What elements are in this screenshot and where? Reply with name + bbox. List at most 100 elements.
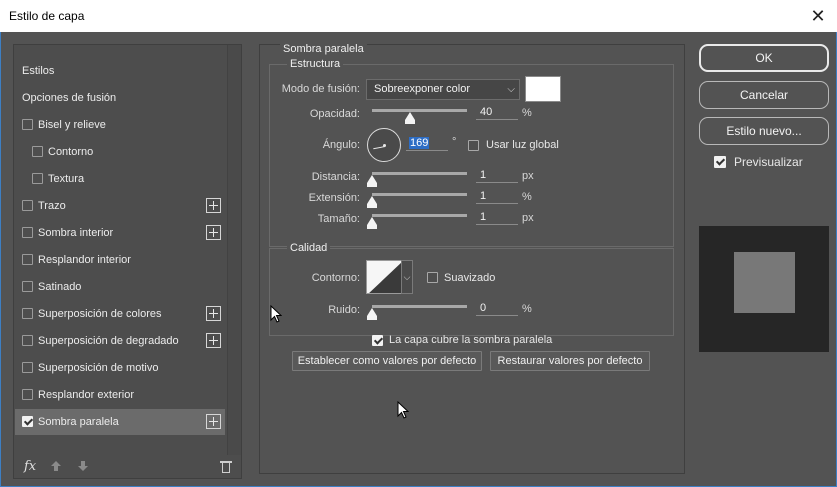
sidebar-item-checkbox[interactable] [22,308,33,319]
sidebar-item-checkbox[interactable] [22,389,33,400]
sidebar-item-styles[interactable]: Estilos [15,58,225,84]
sidebar-item-label: Trazo [38,200,66,212]
angle-value: 169 [409,137,430,149]
blend-mode-value: Sobreexponer color [374,83,471,95]
size-label: Tamaño: [317,213,360,225]
contour-curve-icon [369,262,401,293]
spread-slider-thumb[interactable] [367,196,377,208]
angle-input[interactable]: 169 [406,136,448,151]
preview-label: Previsualizar [734,155,803,169]
sidebar-item-checkbox[interactable] [22,416,33,427]
sidebar-item-label: Resplandor interior [38,254,131,266]
sidebar-item-checkbox[interactable] [22,200,33,211]
add-effect-plus-icon[interactable] [206,225,221,240]
sidebar-item-resplandor-interior[interactable]: Resplandor interior [15,247,225,273]
style-preview [699,226,829,352]
trash-icon[interactable] [220,460,232,473]
styles-list-scrollbar[interactable] [227,45,241,455]
add-effect-plus-icon[interactable] [206,306,221,321]
spread-label: Extensión: [308,192,360,204]
spread-input[interactable]: 1 [476,189,518,204]
ok-button[interactable]: OK [699,44,829,72]
sidebar-item-label: Opciones de fusión [22,92,117,104]
fx-menu-button[interactable]: fx [24,459,36,474]
cancel-button[interactable]: Cancelar [699,81,829,109]
sidebar-item-resplandor-exterior[interactable]: Resplandor exterior [15,382,225,408]
arrow-down-icon[interactable] [76,460,90,474]
add-effect-plus-icon[interactable] [206,333,221,348]
sidebar-item-sombra-paralela[interactable]: Sombra paralela [15,409,225,435]
styles-list-panel: Estilos Opciones de fusión Bisel y relie… [13,44,242,479]
spread-slider-track[interactable] [372,193,467,196]
contour-preview[interactable] [366,260,402,294]
distance-slider-thumb[interactable] [367,175,377,187]
sidebar-item-contorno[interactable]: Contorno [15,139,225,165]
chevron-down-icon: ⌵ [507,84,515,95]
add-effect-plus-icon[interactable] [206,414,221,429]
noise-unit: % [522,303,532,315]
global-light-checkbox[interactable] [468,140,479,151]
noise-input[interactable]: 0 [476,301,518,316]
sidebar-item-bisel-y-relieve[interactable]: Bisel y relieve [15,112,225,138]
sidebar-item-blending-options[interactable]: Opciones de fusión [15,85,225,111]
sidebar-item-checkbox[interactable] [32,146,43,157]
size-input[interactable]: 1 [476,210,518,225]
contour-dropdown[interactable]: ⌵ [401,260,413,294]
close-icon[interactable]: ✕ [805,3,831,29]
sidebar-item-superposicion-de-colores[interactable]: Superposición de colores [15,301,225,327]
size-unit: px [522,212,534,224]
sidebar-item-label: Resplandor exterior [38,389,134,401]
sidebar-item-label: Superposición de motivo [38,362,159,374]
antialias-checkbox[interactable] [427,272,438,283]
dialog-body: Estilos Opciones de fusión Bisel y relie… [0,32,837,487]
angle-dial[interactable] [367,128,401,162]
sidebar-item-label: Sombra interior [38,227,114,239]
quality-group [269,248,674,336]
sidebar-item-checkbox[interactable] [22,227,33,238]
sidebar-item-checkbox[interactable] [32,173,43,184]
sidebar-item-trazo[interactable]: Trazo [15,193,225,219]
distance-input[interactable]: 1 [476,168,518,183]
sidebar-item-checkbox[interactable] [22,335,33,346]
sidebar-item-label: Satinado [38,281,82,293]
sidebar-item-label: Contorno [48,146,94,158]
sidebar-item-checkbox[interactable] [22,281,33,292]
style-preview-square [734,252,795,313]
noise-slider-thumb[interactable] [367,308,377,320]
make-default-button[interactable]: Establecer como valores por defecto [292,351,482,371]
knocks-out-checkbox[interactable] [372,335,383,346]
sidebar-item-label: Sombra paralela [38,416,119,428]
angle-unit: ° [452,136,457,148]
size-slider-thumb[interactable] [367,217,377,229]
sidebar-item-checkbox[interactable] [22,362,33,373]
sidebar-item-sombra-interior[interactable]: Sombra interior [15,220,225,246]
sidebar-item-label: Bisel y relieve [38,119,106,131]
sidebar-item-checkbox[interactable] [22,254,33,265]
title-bar: Estilo de capa ✕ [0,0,837,32]
opacity-input[interactable]: 40 [476,105,518,120]
settings-panel: Sombra paralela Estructura Modo de fusió… [259,43,685,474]
opacity-slider-track[interactable] [372,109,467,112]
sidebar-item-superposicion-de-degradado[interactable]: Superposición de degradado [15,328,225,354]
shadow-color-swatch[interactable] [525,76,561,102]
contour-label: Contorno: [311,272,360,284]
structure-group-title: Estructura [287,58,344,70]
preview-checkbox[interactable] [714,156,726,168]
noise-slider-track[interactable] [372,305,467,308]
reset-default-button[interactable]: Restaurar valores por defecto [490,351,650,371]
distance-unit: px [522,170,534,182]
sidebar-item-satinado[interactable]: Satinado [15,274,225,300]
distance-label: Distancia: [311,171,360,183]
size-slider-track[interactable] [372,214,467,217]
knocks-out-label: La capa cubre la sombra paralela [389,334,553,346]
blend-mode-select[interactable]: Sobreexponer color ⌵ [366,79,520,100]
section-title: Sombra paralela [280,43,367,55]
arrow-up-icon[interactable] [49,460,63,474]
add-effect-plus-icon[interactable] [206,198,221,213]
sidebar-item-superposicion-de-motivo[interactable]: Superposición de motivo [15,355,225,381]
sidebar-item-checkbox[interactable] [22,119,33,130]
opacity-slider-thumb[interactable] [405,112,415,124]
sidebar-item-textura[interactable]: Textura [15,166,225,192]
distance-slider-track[interactable] [372,172,467,175]
new-style-button[interactable]: Estilo nuevo... [699,117,829,145]
